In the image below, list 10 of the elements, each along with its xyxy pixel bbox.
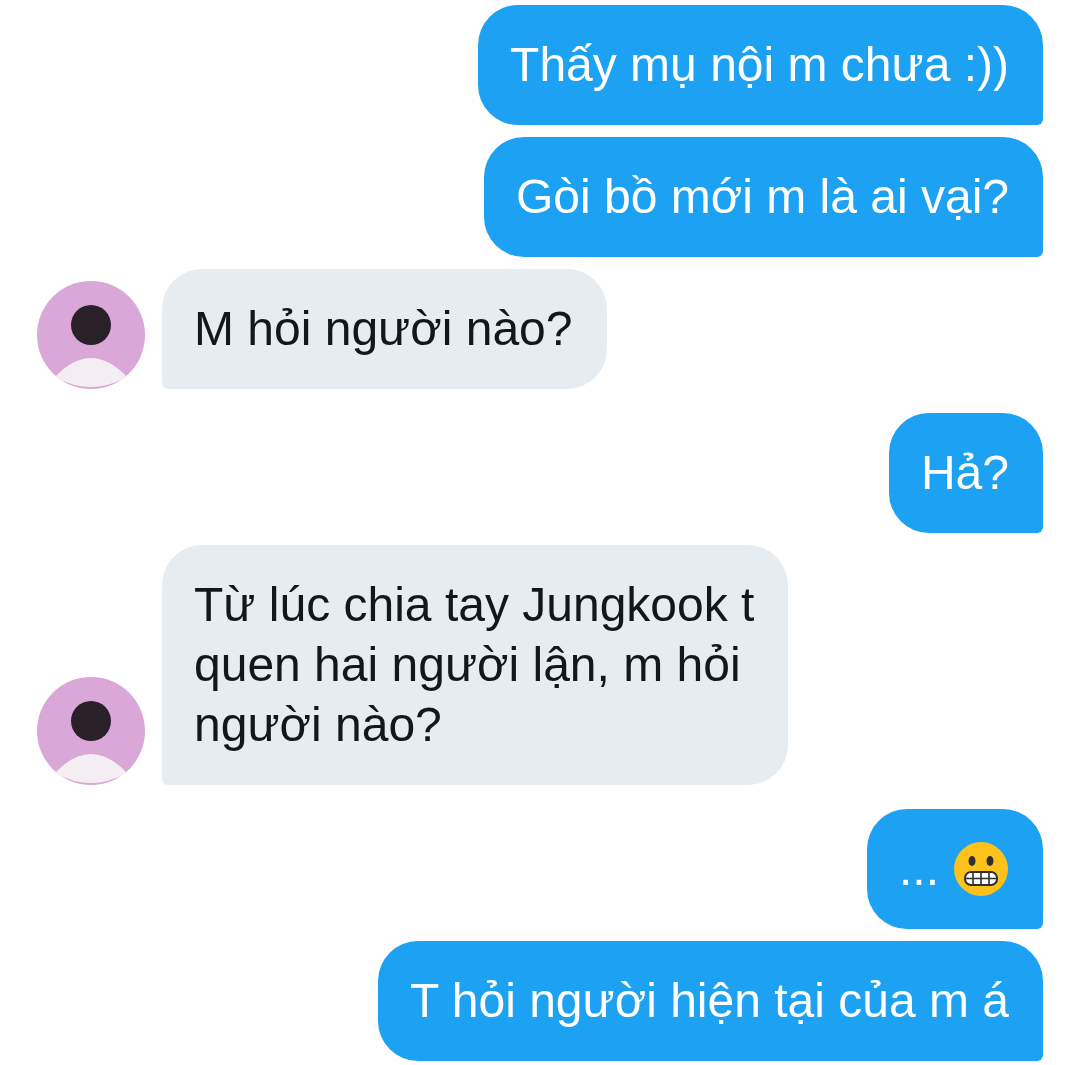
grimacing-face-icon [953, 841, 1009, 897]
message-bubble: Thấy mụ nội m chưa :)) [478, 5, 1043, 125]
message-text: ... [899, 841, 939, 897]
avatar-icon [37, 677, 145, 785]
message-bubble: Hả? [888, 413, 1043, 533]
message-bubble: T hỏi người hiện tại của m á [377, 941, 1043, 1061]
message-bubble: Gòi bồ mới m là ai vại? [484, 137, 1043, 257]
message-bubble: Từ lúc chia tay Jungkook t quen hai người lận, m hỏi người nào? [162, 545, 789, 785]
message-bubble: M hỏi người nào? [162, 269, 607, 389]
avatar-icon [37, 281, 145, 389]
